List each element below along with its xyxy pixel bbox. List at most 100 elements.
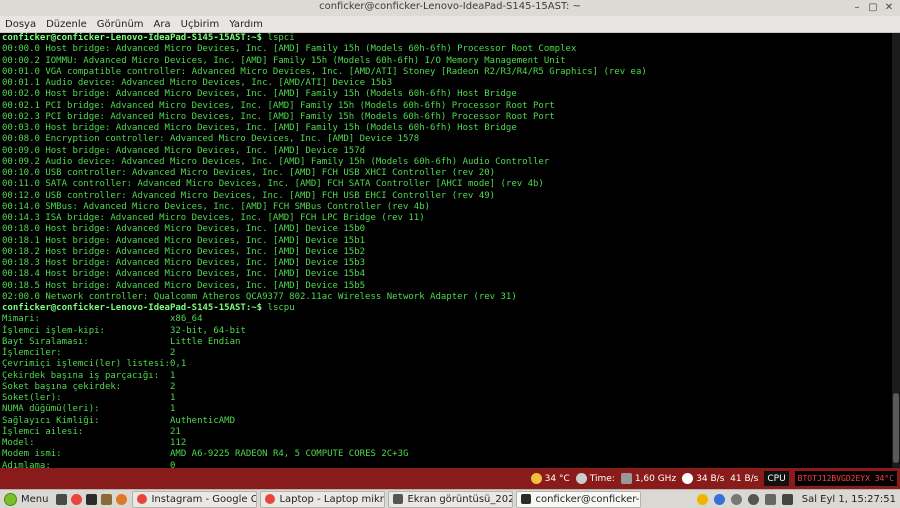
thermometer-icon (530, 473, 542, 484)
mint-logo-icon (4, 492, 17, 506)
lspci-output-line: 00:02.0 Host bridge: Advanced Micro Devi… (2, 89, 517, 100)
lspci-output-line: 00:18.1 Host bridge: Advanced Micro Devi… (2, 235, 366, 246)
prompt-line: conficker@conficker-Lenovo-IdeaPad-S145-… (2, 303, 647, 314)
lspci-output-line: 00:02.3 PCI bridge: Advanced Micro Devic… (2, 111, 555, 122)
firefox-icon[interactable] (116, 493, 128, 505)
lspci-output-line: 00:11.0 SATA controller: Advanced Micro … (2, 179, 544, 190)
chrome-icon[interactable] (71, 493, 83, 505)
lscpu-output-line: Çekirdek başına iş parçacığı: 1 (2, 371, 647, 382)
lscpu-key: Modem ismi: (2, 449, 62, 460)
lscpu-value: 112 (170, 438, 187, 448)
task-screenshot[interactable]: Ekran görüntüsü_202... (388, 490, 514, 508)
lspci-output-line: 00:18.3 Host bridge: Advanced Micro Devi… (2, 258, 366, 268)
task-instagram[interactable]: Instagram - Google Ch... (132, 490, 258, 508)
system-tray (694, 493, 796, 505)
image-icon (393, 494, 404, 504)
lscpu-output-line: Soket(ler): 1 (2, 393, 647, 404)
menubar: Dosya Düzenle Görünüm Ara Uçbirim Yardım (0, 16, 900, 33)
lscpu-value: 2 (170, 381, 176, 392)
lspci-output-line: 00:00.0 Host bridge: Advanced Micro Devi… (2, 44, 577, 55)
lspci-output-line: 00:12.0 USB controller: Advanced Micro D… (2, 190, 496, 201)
window-titlebar[interactable]: conficker@conficker-Lenovo-IdeaPad-S145-… (0, 0, 900, 17)
chrome-icon (265, 494, 276, 504)
terminal-launcher-icon[interactable] (86, 493, 98, 505)
lscpu-output-line: Mimari: x86_64 (2, 314, 647, 325)
lspci-output-line: 00:09.2 Audio device: Advanced Micro Dev… (2, 156, 550, 167)
show-desktop-icon[interactable] (56, 493, 68, 505)
lscpu-value: 32-bit, 64-bit (170, 325, 246, 336)
lscpu-value: x86_64 (170, 314, 203, 325)
menu-edit[interactable]: Düzenle (41, 19, 92, 30)
lspci-output-line: 00:14.0 SMBus: Advanced Micro Devices, I… (2, 201, 431, 212)
close-icon[interactable]: ✕ (882, 1, 896, 15)
lscpu-output-line: Soket başına çekirdek: 2 (2, 382, 647, 393)
lscpu-key: NUMA düğümü(leri): (2, 404, 100, 415)
lscpu-key: Soket(ler): (2, 393, 62, 403)
lscpu-key: Çekirdek başına iş parçacığı: (2, 370, 160, 381)
terminal-scrollbar[interactable] (892, 33, 900, 468)
terminal-icon (521, 494, 532, 504)
lspci-output-line: 00:08.0 Encryption controller: Advanced … (2, 134, 420, 145)
timer-indicator[interactable]: Time: (573, 468, 618, 489)
prompt-user-host: conficker@conficker-Lenovo-IdeaPad-S145-… (2, 303, 246, 313)
lspci-output-line: 00:01.1 Audio device: Advanced Micro Dev… (2, 78, 393, 88)
clock[interactable]: Sal Eyl 1, 15:27:51 (796, 494, 900, 505)
lscpu-value: 0 (170, 460, 176, 469)
lscpu-key: İşlemci ailesi: (2, 426, 84, 437)
files-icon[interactable] (101, 493, 113, 505)
minimize-icon[interactable]: – (850, 1, 864, 15)
maximize-icon[interactable]: ▢ (866, 1, 880, 15)
lscpu-value: 1 (170, 393, 176, 403)
lscpu-output-line: Adımlama: 0 (2, 461, 647, 469)
task-terminal[interactable]: conficker@conficker-L... (516, 490, 642, 508)
lscpu-output-line: Model: 112 (2, 438, 647, 449)
lscpu-value: AuthenticAMD (170, 415, 236, 426)
task-laptop[interactable]: Laptop - Laptop mikro... (260, 490, 386, 508)
cpu-frequency-indicator: 1,60 GHz (618, 468, 679, 489)
update-icon[interactable] (696, 493, 708, 505)
lscpu-value: 1 (170, 404, 176, 415)
lscpu-key: İşlemciler: (2, 348, 62, 358)
taskbar: Menu Instagram - Google Ch... Laptop - L… (0, 489, 900, 508)
lscpu-key: Çevrimiçi işlemci(ler) listesi: (2, 359, 170, 370)
battery-icon[interactable] (781, 493, 793, 505)
lscpu-key: Sağlayıcı Kimliği: (2, 415, 100, 426)
shield-icon[interactable] (730, 493, 742, 505)
prompt-user-host: conficker@conficker-Lenovo-IdeaPad-S145-… (2, 33, 246, 43)
menu-terminal[interactable]: Uçbirim (176, 19, 225, 30)
command-text: lscpu (267, 303, 295, 313)
volume-icon[interactable] (764, 493, 776, 505)
prompt-line: conficker@conficker-Lenovo-IdeaPad-S145-… (2, 33, 647, 44)
network-icon (682, 473, 694, 484)
lscpu-value: Little Endian (170, 336, 241, 347)
lscpu-key: Mimari: (2, 314, 40, 325)
system-monitor-panel: 34 °C Time: 1,60 GHz 34 B/s 41 B/s CPU B… (0, 468, 900, 489)
temperature-indicator: 34 °C (528, 468, 573, 489)
cpu-graph: CPU (764, 471, 789, 486)
network-icon[interactable] (747, 493, 759, 505)
menu-search[interactable]: Ara (149, 19, 176, 30)
lscpu-output-line: İşlemci ailesi: 21 (2, 427, 647, 438)
menu-file[interactable]: Dosya (0, 19, 41, 30)
menu-help[interactable]: Yardım (224, 19, 268, 30)
prompt-path: :~$ (245, 33, 268, 43)
hardware-monitor-readout: BTOTJ12BVGD2EYX 34°C (794, 471, 897, 486)
lspci-output-line: 00:18.4 Host bridge: Advanced Micro Devi… (2, 269, 366, 280)
lspci-output-line: 00:10.0 USB controller: Advanced Micro D… (2, 168, 496, 178)
lscpu-value: 0,1 (170, 359, 187, 370)
start-menu-button[interactable]: Menu (0, 492, 54, 506)
lspci-output-line: 00:01.0 VGA compatible controller: Advan… (2, 66, 647, 77)
lspci-output-line: 00:03.0 Host bridge: Advanced Micro Devi… (2, 123, 517, 133)
lscpu-output-line: Sağlayıcı Kimliği: AuthenticAMD (2, 416, 647, 427)
chrome-icon (137, 494, 148, 504)
terminal-area[interactable]: conficker@conficker-Lenovo-IdeaPad-S145-… (0, 33, 900, 468)
lspci-output-line: 00:18.0 Host bridge: Advanced Micro Devi… (2, 224, 366, 235)
lscpu-output-line: İşlemci işlem-kipi: 32-bit, 64-bit (2, 326, 647, 337)
menu-view[interactable]: Görünüm (92, 19, 149, 30)
scrollbar-thumb[interactable] (893, 393, 899, 463)
bluetooth-icon[interactable] (713, 493, 725, 505)
lscpu-output-line: NUMA düğümü(leri): 1 (2, 404, 647, 415)
chip-icon (620, 473, 632, 484)
lscpu-output-line: Bayt Sıralaması: Little Endian (2, 337, 647, 348)
command-text: lspci (267, 33, 295, 43)
